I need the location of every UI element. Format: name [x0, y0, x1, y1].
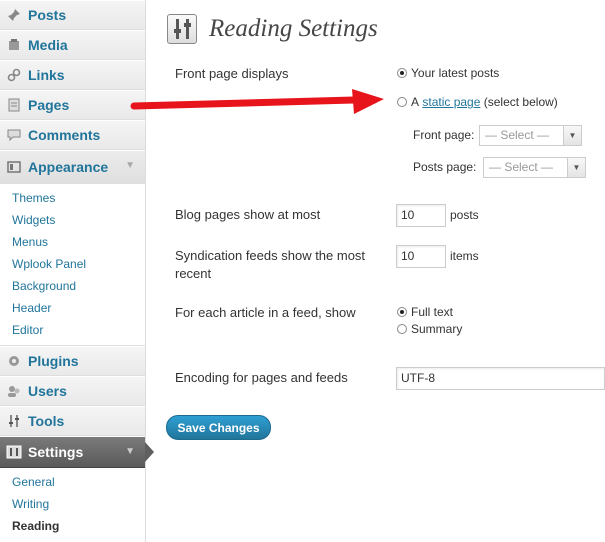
- chevron-down-icon[interactable]: ▼: [125, 446, 135, 457]
- media-icon: [6, 37, 22, 53]
- syndication-label-line1: Syndication feeds show the most: [175, 248, 366, 263]
- radio-label-suffix: (select below): [483, 95, 558, 109]
- radio-button[interactable]: [397, 97, 407, 107]
- sidebar-item-media[interactable]: Media: [0, 30, 145, 60]
- sidebar-item-label: Links: [28, 67, 65, 83]
- blog-pages-label: Blog pages show at most: [175, 207, 321, 222]
- sidebar-item-plugins[interactable]: Plugins: [0, 346, 145, 376]
- front-page-label: Front page displays: [175, 66, 289, 81]
- appearance-submenu: Themes Widgets Menus Wplook Panel Background…: [0, 184, 145, 346]
- sidebar-item-label: Pages: [28, 97, 70, 113]
- page-header: Reading Settings: [167, 14, 378, 44]
- syndication-unit: items: [450, 249, 479, 263]
- radio-full-text[interactable]: Full text: [397, 305, 453, 319]
- encoding-input[interactable]: UTF-8: [396, 367, 605, 390]
- comment-icon: [6, 127, 22, 143]
- plugin-icon: [6, 353, 22, 369]
- radio-label: Your latest posts: [411, 66, 500, 80]
- chevron-down-icon[interactable]: ▼: [567, 158, 585, 177]
- page-title: Reading Settings: [209, 15, 378, 42]
- main-content: Reading Settings Front page displays You…: [147, 0, 605, 542]
- submenu-item-widgets[interactable]: Widgets: [12, 209, 145, 231]
- syndication-label: Syndication feeds show the most recent: [175, 247, 365, 283]
- submenu-item-menus[interactable]: Menus: [12, 231, 145, 253]
- submenu-item-editor[interactable]: Editor: [12, 319, 145, 341]
- sidebar-item-posts[interactable]: Posts: [0, 0, 145, 30]
- pin-icon: [6, 7, 22, 23]
- settings-submenu: GeneralWritingReadingDiscussion: [0, 468, 145, 542]
- radio-button[interactable]: [397, 324, 407, 334]
- sidebar-item-settings[interactable]: Settings ▼: [0, 436, 154, 468]
- settings-sliders-icon: [167, 14, 197, 44]
- radio-static-page[interactable]: A static page (select below): [397, 95, 558, 109]
- sidebar-item-appearance[interactable]: Appearance ▼: [0, 150, 145, 184]
- sidebar-item-label: Tools: [28, 413, 65, 429]
- settings-icon: [6, 444, 22, 460]
- chevron-down-icon[interactable]: ▼: [563, 126, 581, 145]
- sidebar-item-label: Media: [28, 37, 68, 53]
- select-value: — Select —: [485, 128, 550, 142]
- sidebar-item-users[interactable]: Users: [0, 376, 145, 406]
- radio-latest-posts[interactable]: Your latest posts: [397, 66, 499, 80]
- sidebar-item-label: Posts: [28, 7, 67, 23]
- submenu-item-themes[interactable]: Themes: [12, 187, 145, 209]
- select-value: — Select —: [489, 160, 554, 174]
- front-page-sublabel: Front page:: [413, 128, 475, 142]
- sidebar-item-label: Users: [28, 383, 67, 399]
- radio-label-prefix: A: [411, 95, 420, 109]
- blog-pages-unit: posts: [450, 208, 479, 222]
- radio-button[interactable]: [397, 307, 407, 317]
- save-changes-button[interactable]: Save Changes: [166, 415, 271, 440]
- page-icon: [6, 97, 22, 113]
- feed-article-label: For each article in a feed, show: [175, 305, 356, 320]
- sidebar-item-tools[interactable]: Tools: [0, 406, 145, 436]
- submenu-item-general[interactable]: General: [12, 471, 145, 493]
- encoding-label: Encoding for pages and feeds: [175, 370, 348, 385]
- admin-sidebar: Posts Media Links Pages Comments Appearance …: [0, 0, 154, 542]
- submenu-item-wplook-panel[interactable]: Wplook Panel: [12, 253, 145, 275]
- blog-pages-input[interactable]: 10: [396, 204, 446, 227]
- appearance-icon: [6, 159, 22, 175]
- sidebar-item-label: Settings: [28, 444, 84, 460]
- radio-label: Full text: [411, 305, 454, 319]
- posts-page-select[interactable]: — Select — ▼: [483, 157, 586, 178]
- posts-page-sublabel: Posts page:: [413, 160, 477, 174]
- submenu-item-background[interactable]: Background: [12, 275, 145, 297]
- sidebar-item-label: Comments: [28, 127, 101, 143]
- sidebar-item-label: Plugins: [28, 353, 79, 369]
- front-page-select[interactable]: — Select — ▼: [479, 125, 582, 146]
- syndication-label-line2: recent: [175, 266, 212, 281]
- radio-label: Summary: [411, 322, 463, 336]
- syndication-input[interactable]: 10: [396, 245, 446, 268]
- sidebar-item-pages[interactable]: Pages: [0, 90, 145, 120]
- users-icon: [6, 383, 22, 399]
- annotation-arrow-icon: [130, 89, 384, 114]
- tools-icon: [6, 413, 22, 429]
- static-page-link[interactable]: static page: [422, 95, 480, 109]
- radio-summary[interactable]: Summary: [397, 322, 462, 336]
- sidebar-item-links[interactable]: Links: [0, 60, 145, 90]
- sidebar-item-comments[interactable]: Comments: [0, 120, 145, 150]
- chevron-down-icon[interactable]: ▼: [125, 160, 135, 171]
- submenu-item-header[interactable]: Header: [12, 297, 145, 319]
- submenu-item-writing[interactable]: Writing: [12, 493, 145, 515]
- sidebar-item-label: Appearance: [28, 159, 109, 175]
- submenu-item-discussion[interactable]: Discussion: [12, 537, 145, 542]
- link-icon: [6, 67, 22, 83]
- radio-button[interactable]: [397, 68, 407, 78]
- submenu-item-reading[interactable]: Reading: [12, 515, 145, 537]
